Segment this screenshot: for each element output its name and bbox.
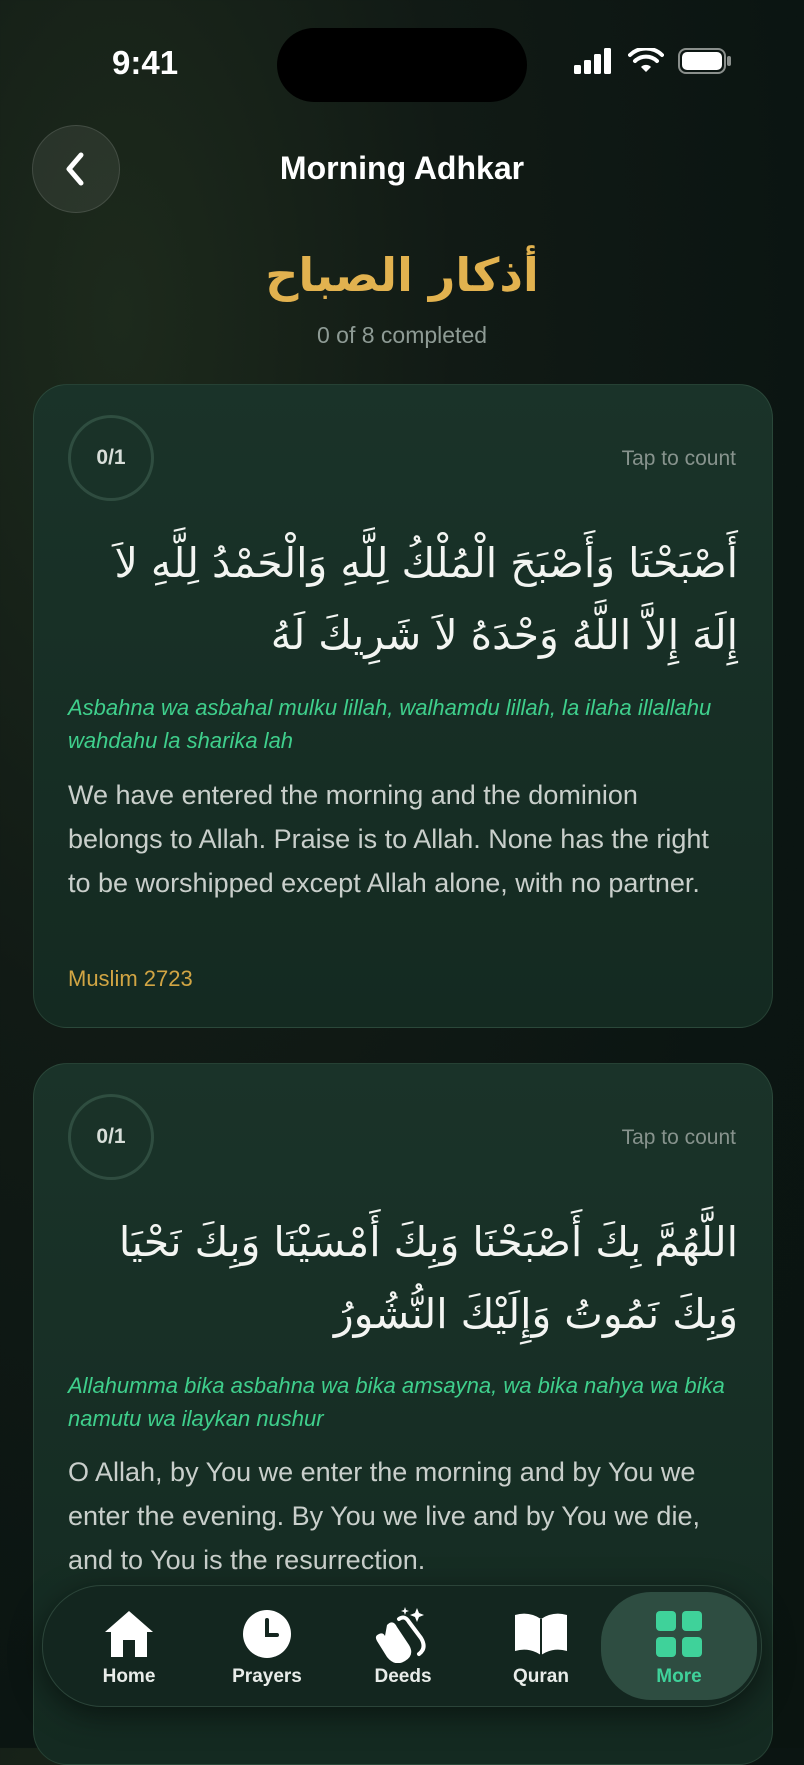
tab-prayers[interactable]: Prayers — [207, 1586, 327, 1706]
dhikr-counter: 0/1 — [68, 1094, 154, 1180]
tab-deeds[interactable]: Deeds — [343, 1586, 463, 1706]
clock-icon — [241, 1606, 293, 1662]
status-bar: 9:41 — [0, 0, 804, 130]
status-time: 9:41 — [112, 44, 179, 81]
dhikr-arabic-text: أَصْبَحْنَا وَأَصْبَحَ الْمُلْكُ لِلَّهِ… — [114, 539, 738, 659]
dhikr-transliteration: Allahumma bika asbahna wa bika amsayna, … — [68, 1373, 725, 1431]
tab-label: Deeds — [374, 1666, 432, 1687]
dhikr-card[interactable]: 0/1 Tap to count أَصْبَحْنَا وَأَصْبَحَ … — [33, 384, 773, 1028]
bottom-tab-bar: Home Prayers Deeds Quran More — [42, 1585, 762, 1707]
tab-home[interactable]: Home — [69, 1586, 189, 1706]
clapping-hands-icon — [373, 1606, 433, 1663]
dhikr-counter: 0/1 — [68, 415, 154, 501]
dhikr-translation: We have entered the morning and the domi… — [68, 780, 709, 898]
completion-progress: 0 of 8 completed — [316, 322, 488, 348]
dhikr-transliteration: Asbahna wa asbahal mulku lillah, walhamd… — [68, 695, 712, 753]
tab-quran[interactable]: Quran — [481, 1586, 601, 1706]
page-title: Morning Adhkar — [279, 150, 525, 186]
battery-icon — [678, 48, 731, 74]
tap-to-count-hint: Tap to count — [621, 447, 736, 470]
signal-icon — [574, 48, 611, 74]
open-book-icon — [512, 1606, 570, 1662]
tap-to-count-hint: Tap to count — [621, 1126, 736, 1149]
dynamic-island — [277, 28, 527, 102]
home-icon — [102, 1606, 156, 1662]
wifi-icon — [628, 48, 664, 72]
tab-label: Quran — [513, 1666, 569, 1687]
tab-label: Home — [102, 1666, 156, 1687]
arabic-page-title: أذكار الصباح — [265, 248, 539, 302]
tab-label: More — [656, 1666, 702, 1687]
grid-icon — [654, 1606, 704, 1662]
tab-label: Prayers — [232, 1666, 302, 1687]
dhikr-source: Muslim 2723 — [68, 966, 193, 991]
nav-header: Morning Adhkar — [0, 118, 804, 218]
dhikr-translation: O Allah, by You we enter the morning and… — [68, 1457, 700, 1575]
status-icons — [574, 48, 732, 74]
dhikr-arabic-text: اللَّهُمَّ بِكَ أَصْبَحْنَا وَبِكَ أَمْس… — [118, 1218, 738, 1338]
tab-more[interactable]: More — [601, 1592, 757, 1700]
